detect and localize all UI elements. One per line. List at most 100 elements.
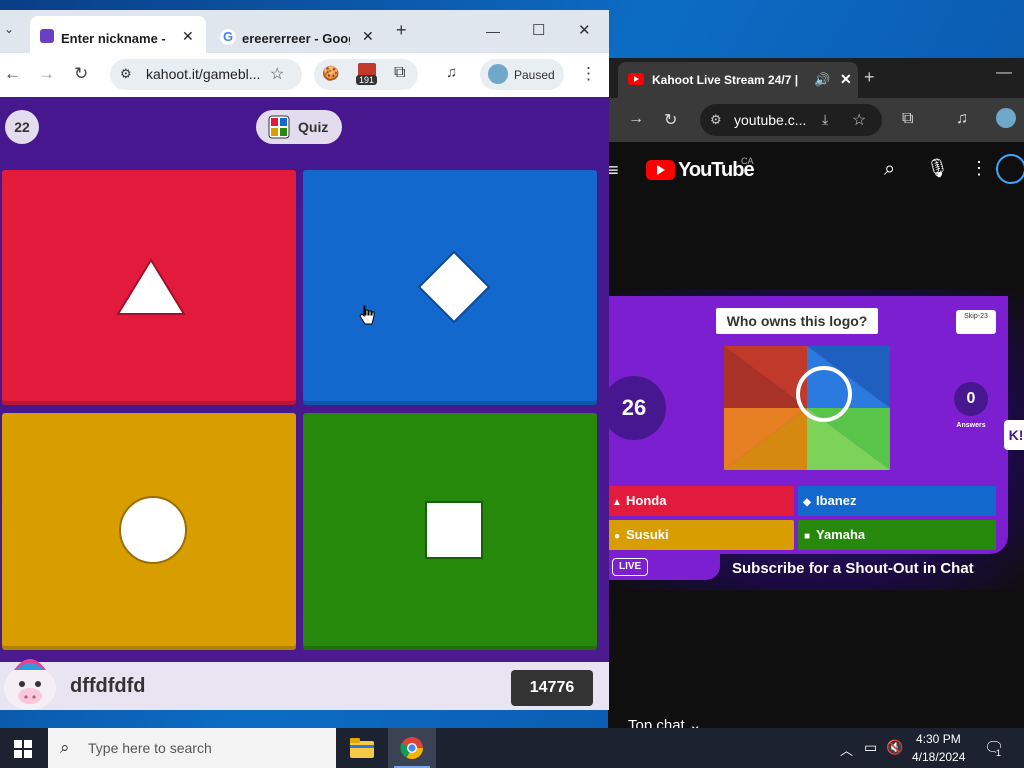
live-badge: LIVE <box>612 558 649 576</box>
notifications-icon[interactable]: 🗨 <box>984 738 1004 758</box>
youtube-tab[interactable]: Kahoot Live Stream 24/7 | 🔊 ✕ <box>618 62 858 98</box>
bookmark-star-icon[interactable]: ☆ <box>270 64 284 84</box>
tab-search-icon[interactable]: ⌄ <box>4 22 14 36</box>
triangle-icon: ▲ <box>612 497 622 508</box>
question-number: 22 <box>5 110 39 144</box>
more-options-icon[interactable]: ⋮ <box>970 158 988 179</box>
microphone-icon[interactable]: 🎙 <box>926 158 949 179</box>
speaker-icon[interactable]: 🔊 <box>814 72 830 88</box>
windows-taskbar: ⌕ Type here to search ︿ ▭ 🔇 4:30 PM 4/18… <box>0 728 1024 768</box>
show-hidden-icons-icon[interactable]: ︿ <box>840 740 853 759</box>
reload-icon[interactable]: ↻ <box>664 110 677 130</box>
youtube-header: ≡ YouTube CA ⌕ 🎙 ⋮ <box>608 142 1024 200</box>
stream-option-yamaha: ■ Yamaha <box>798 520 996 550</box>
clock-date[interactable]: 4/18/2024 <box>912 750 965 764</box>
stream-question: Who owns this logo? <box>716 308 878 334</box>
close-tab-icon[interactable]: ✕ <box>362 28 374 45</box>
skip-indicator: Skip-23 <box>956 310 996 334</box>
extensions-puzzle-icon[interactable]: ⧉ <box>394 64 405 82</box>
youtube-tab-title: Kahoot Live Stream 24/7 | <box>652 73 799 87</box>
taskbar-search-box[interactable]: ⌕ Type here to search <box>48 728 336 768</box>
kahoot-side-badge: K! <box>1004 420 1024 450</box>
cookie-extension-icon[interactable]: 🍪 <box>322 65 339 82</box>
search-icon: ⌕ <box>60 738 70 757</box>
stream-option-ibanez: ◆ Ibanez <box>798 486 996 516</box>
answer-diamond-button[interactable] <box>303 170 597 405</box>
clock-time[interactable]: 4:30 PM <box>916 732 961 746</box>
youtube-tab-strip: Kahoot Live Stream 24/7 | 🔊 ✕ + — <box>608 58 1024 98</box>
region-code: CA <box>741 156 754 166</box>
square-icon <box>425 501 483 559</box>
option-label: Yamaha <box>816 527 866 542</box>
kahoot-browser-window: ⌄ Enter nickname - Ka ✕ G ereererreer - … <box>0 10 609 710</box>
reload-icon[interactable]: ↻ <box>74 64 88 84</box>
maximize-button[interactable]: ☐ <box>532 21 545 39</box>
minimize-button[interactable]: — <box>996 64 1012 82</box>
windows-start-icon[interactable] <box>14 740 32 758</box>
answer-circle-button[interactable] <box>2 413 296 650</box>
media-control-icon[interactable]: ♫ <box>446 64 457 81</box>
close-tab-icon[interactable]: ✕ <box>182 28 194 45</box>
live-bar: LIVE <box>608 554 720 580</box>
kahoot-tab-strip: ⌄ Enter nickname - Ka ✕ G ereererreer - … <box>0 10 609 53</box>
new-tab-button[interactable]: + <box>864 67 875 88</box>
chrome-taskbar-button[interactable] <box>388 728 436 768</box>
google-favicon-icon: G <box>220 29 236 45</box>
answer-square-button[interactable] <box>303 413 597 650</box>
kahoot-toolbar: ← → ↻ ⚙ kahoot.it/gamebl... ☆ 🍪 191 ⧉ ♫ … <box>0 53 609 97</box>
bookmark-star-icon[interactable]: ☆ <box>852 110 866 130</box>
square-icon: ■ <box>803 531 811 542</box>
youtube-url-text: youtube.c... <box>734 112 807 128</box>
answer-triangle-button[interactable] <box>2 170 296 405</box>
profile-avatar[interactable] <box>996 108 1016 128</box>
media-control-icon[interactable]: ♫ <box>956 110 968 128</box>
circle-icon <box>119 496 187 564</box>
stream-option-susuki: ● Susuki <box>608 520 794 550</box>
top-chat-label: Top chat <box>628 717 685 728</box>
network-icon[interactable]: ▭ <box>864 739 877 756</box>
quiz-label: Quiz <box>298 119 329 135</box>
tab-google-search[interactable]: G ereererreer - Googl ✕ <box>210 16 382 53</box>
quiz-grid-icon <box>268 115 290 139</box>
extensions-icon[interactable]: ⧉ <box>902 110 913 128</box>
tab-enter-nickname[interactable]: Enter nickname - Ka ✕ <box>30 16 206 53</box>
search-icon[interactable]: ⌕ <box>884 158 895 181</box>
tab-title: Enter nickname - Ka <box>61 31 169 46</box>
video-player[interactable]: Who owns this logo? Skip-23 26 0 Answers… <box>608 290 1024 590</box>
menu-icon[interactable]: ≡ <box>608 160 619 181</box>
volume-muted-icon[interactable]: 🔇 <box>886 739 903 756</box>
player-footer: dffdfdfd 14776 <box>0 659 609 710</box>
youtube-toolbar: → ↻ ⚙ youtube.c... ⤓ ☆ ⧉ ♫ <box>608 98 1024 142</box>
sign-in-avatar-icon[interactable] <box>996 154 1024 184</box>
kahoot-favicon-icon <box>40 29 54 43</box>
forward-icon[interactable]: → <box>38 64 55 84</box>
new-tab-button[interactable]: + <box>396 20 407 41</box>
youtube-logo-icon[interactable] <box>646 160 675 180</box>
forward-icon[interactable]: → <box>628 110 644 128</box>
chrome-menu-icon[interactable]: ⋮ <box>580 64 597 84</box>
site-info-icon[interactable]: ⚙ <box>710 112 722 128</box>
back-icon[interactable]: ← <box>4 64 21 84</box>
search-placeholder: Type here to search <box>88 740 212 756</box>
answer-count: 0 <box>954 382 988 416</box>
kahoot-address-bar[interactable]: ⚙ kahoot.it/gamebl... ☆ <box>110 59 302 90</box>
mouse-cursor-icon <box>359 305 375 325</box>
quiz-type-badge: Quiz <box>256 110 342 144</box>
youtube-address-bar[interactable]: ⚙ youtube.c... ⤓ ☆ <box>700 104 882 136</box>
minimize-button[interactable]: — <box>486 23 500 39</box>
file-explorer-icon[interactable] <box>350 738 374 758</box>
close-window-button[interactable]: ✕ <box>578 21 591 39</box>
extension-group: 🍪 191 ⧉ <box>314 59 418 90</box>
player-nickname: dffdfdfd <box>70 675 146 697</box>
install-icon[interactable]: ⤓ <box>822 111 828 128</box>
answer-count-label: Answers <box>956 422 986 429</box>
diamond-icon: ◆ <box>803 497 811 508</box>
site-info-icon[interactable]: ⚙ <box>120 66 132 82</box>
stream-option-honda: ▲ Honda <box>608 486 794 516</box>
extension-badge: 191 <box>356 75 378 85</box>
option-label: Honda <box>626 493 667 508</box>
profile-paused-button[interactable]: Paused <box>480 59 564 90</box>
diamond-icon <box>417 250 491 324</box>
top-chat-toggle[interactable]: Top chat ⌄ <box>628 716 701 728</box>
close-tab-icon[interactable]: ✕ <box>840 71 852 88</box>
